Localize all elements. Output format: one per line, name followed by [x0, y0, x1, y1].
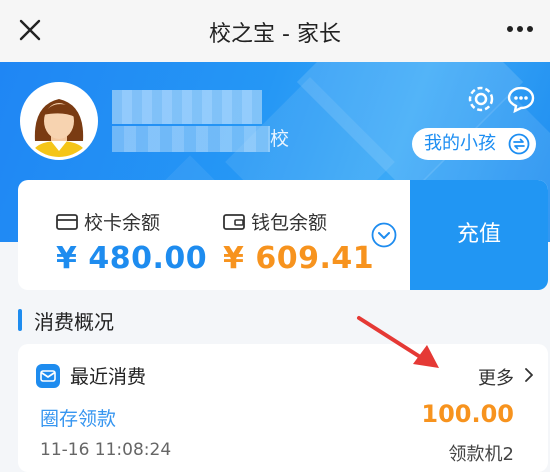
- child-name-redacted: [112, 90, 262, 124]
- child-avatar[interactable]: [20, 82, 98, 160]
- recent-spending-card[interactable]: 最近消费 更多 圈存领款 100.00 11-16 11:08:24 领款机2: [18, 344, 548, 472]
- recent-spending-header: 最近消费: [36, 362, 146, 389]
- app-title: 校之宝 - 家长: [209, 22, 341, 47]
- balance-card: 校卡余额 ¥ 480.00 钱包余额 ¥ 609.41 充值: [18, 180, 548, 290]
- transaction-time: 11-16 11:08:24: [40, 440, 172, 460]
- school-card-amount: ¥ 480.00: [56, 241, 208, 276]
- school-name-redacted: [112, 126, 270, 152]
- chevron-right-icon: [525, 368, 533, 382]
- swap-icon: [508, 133, 530, 155]
- transaction-title: 圈存领款: [40, 408, 117, 430]
- more-options-icon[interactable]: [506, 22, 534, 36]
- school-card-label: 校卡余额: [84, 212, 161, 234]
- section-title-consumption: 消费概况: [18, 306, 114, 335]
- school-name-suffix: 校: [270, 128, 290, 150]
- expand-chevron-icon[interactable]: [371, 222, 397, 248]
- transaction-device: 领款机2: [448, 444, 514, 465]
- wallet-icon: [223, 213, 245, 230]
- my-child-label: 我的小孩: [424, 133, 496, 154]
- avatar-icon: [23, 85, 95, 157]
- app-titlebar: 校之宝 - 家长: [0, 0, 550, 62]
- message-icon[interactable]: [506, 84, 536, 114]
- card-icon: [56, 213, 78, 230]
- wallet-balance[interactable]: 钱包余额 ¥ 609.41: [223, 208, 374, 276]
- school-card-balance[interactable]: 校卡余额 ¥ 480.00: [56, 208, 207, 276]
- wallet-amount: ¥ 609.41: [223, 241, 375, 276]
- mail-icon: [36, 363, 60, 388]
- recent-spending-title: 最近消费: [70, 366, 147, 388]
- more-link[interactable]: 更多: [478, 364, 533, 390]
- settings-gear-icon[interactable]: [466, 84, 496, 114]
- transaction-amount: 100.00: [421, 400, 514, 428]
- more-label: 更多: [478, 368, 514, 389]
- wallet-label: 钱包余额: [251, 212, 328, 234]
- recharge-button[interactable]: 充值: [410, 180, 548, 290]
- my-child-button[interactable]: 我的小孩: [412, 128, 536, 160]
